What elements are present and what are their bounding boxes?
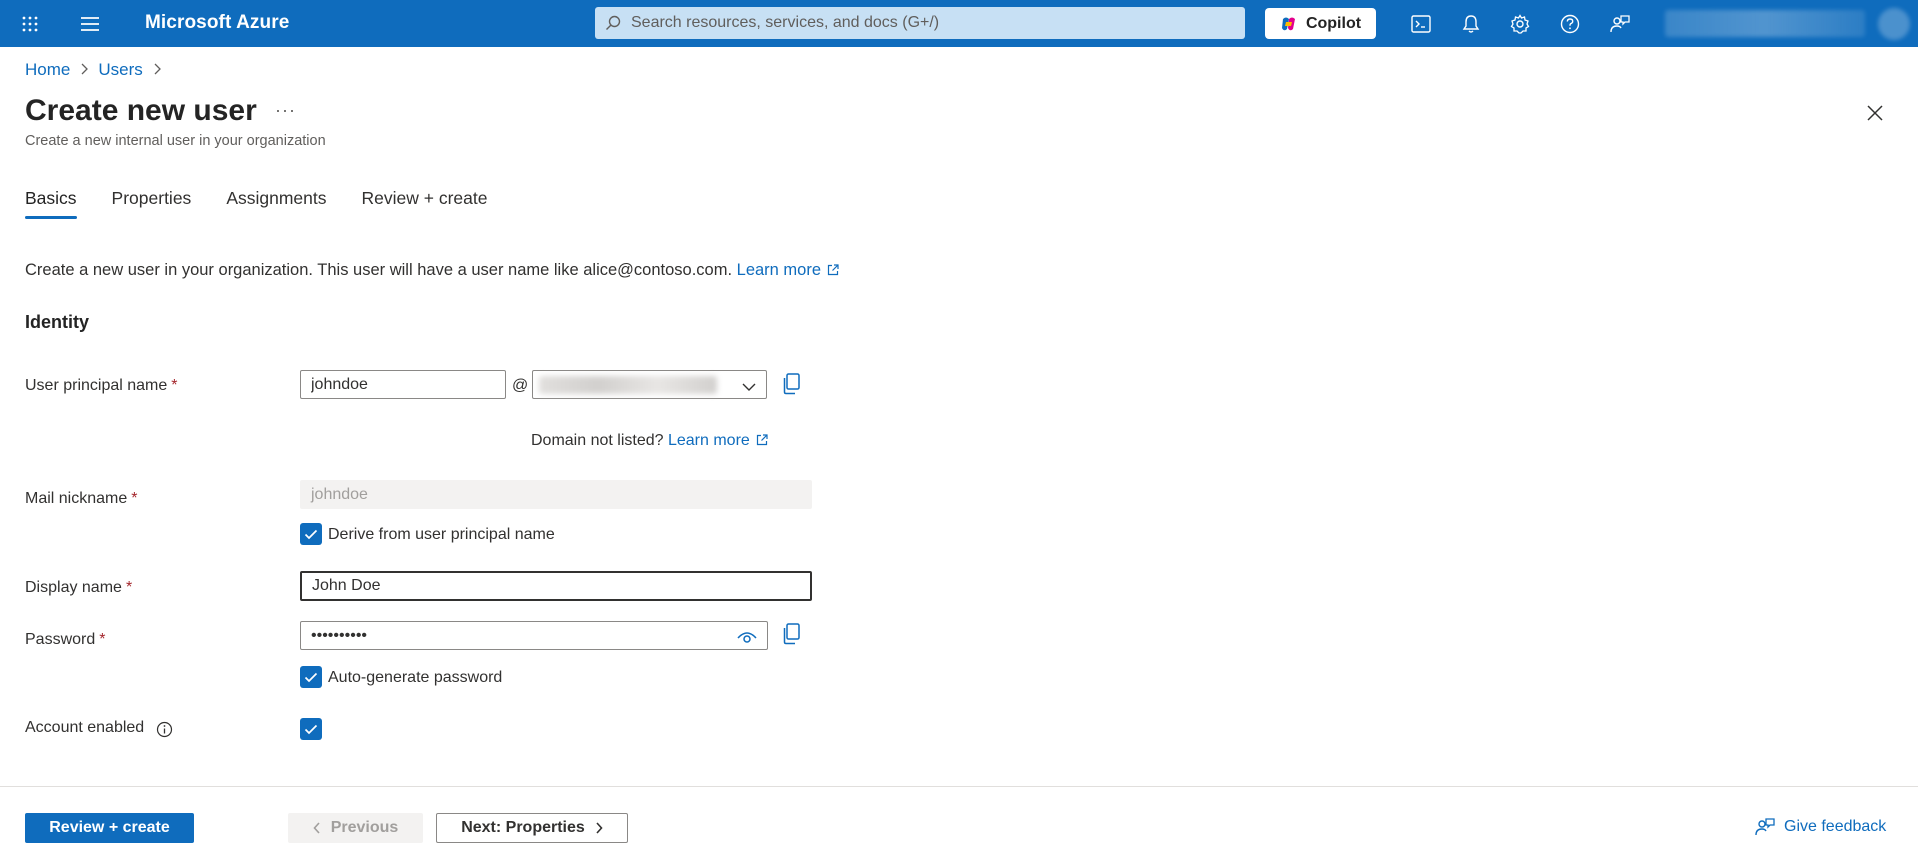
cloud-shell-icon[interactable] — [1404, 0, 1438, 47]
display-name-field[interactable] — [300, 571, 812, 601]
show-password-eye-icon[interactable] — [737, 630, 757, 649]
account-info[interactable] — [1665, 10, 1865, 37]
give-feedback-link[interactable]: Give feedback — [1754, 817, 1886, 837]
domain-select[interactable] — [532, 370, 767, 399]
info-icon[interactable] — [156, 721, 173, 738]
required-mark: * — [131, 490, 138, 507]
chevron-right-icon — [80, 62, 89, 79]
mail-nickname-label: Mail nickname * — [25, 490, 138, 508]
breadcrumb-users[interactable]: Users — [98, 60, 142, 80]
copy-password-icon[interactable] — [781, 622, 803, 646]
display-name-input[interactable] — [312, 577, 810, 595]
copy-upn-icon[interactable] — [781, 372, 803, 396]
tab-list: Basics Properties Assignments Review + c… — [25, 188, 522, 219]
footer-divider — [0, 786, 1918, 787]
page-title: Create new user — [25, 94, 257, 127]
feedback-icon[interactable] — [1603, 0, 1637, 47]
upn-field[interactable] — [300, 370, 506, 399]
domain-value — [539, 376, 717, 394]
autogen-password-checkbox[interactable] — [300, 666, 322, 688]
domain-learn-more-label: Learn more — [667, 432, 750, 449]
chevron-right-icon — [596, 822, 603, 834]
tab-review-create[interactable]: Review + create — [362, 188, 488, 219]
account-enabled-checkbox[interactable] — [300, 718, 322, 740]
search-input[interactable] — [631, 14, 1231, 32]
derive-checkbox[interactable] — [300, 523, 322, 545]
feedback-person-icon — [1755, 818, 1775, 836]
menu-icon[interactable] — [74, 0, 106, 47]
review-create-button[interactable]: Review + create — [25, 813, 194, 843]
at-symbol: @ — [512, 377, 529, 394]
intro-text: Create a new user in your organization. … — [25, 261, 839, 281]
domain-helper-text: Domain not listed? — [531, 432, 664, 449]
search-icon — [606, 15, 621, 30]
password-label-text: Password — [25, 631, 96, 648]
mail-nickname-value: johndoe — [311, 485, 368, 503]
chevron-down-icon — [742, 379, 756, 397]
intro-description: Create a new user in your organization. … — [25, 261, 733, 279]
page-subtitle: Create a new internal user in your organ… — [25, 133, 326, 149]
give-feedback-label: Give feedback — [1784, 818, 1887, 835]
brand-title[interactable]: Microsoft Azure — [145, 12, 289, 34]
copilot-label: Copilot — [1305, 14, 1362, 32]
learn-more-link[interactable]: Learn more — [737, 261, 839, 279]
copilot-icon — [1281, 17, 1295, 30]
notifications-icon[interactable] — [1454, 0, 1488, 47]
display-name-label-text: Display name — [25, 579, 122, 596]
chevron-right-icon — [153, 62, 161, 79]
mail-nickname-label-text: Mail nickname — [25, 490, 128, 507]
learn-more-label: Learn more — [736, 261, 822, 279]
external-link-icon — [827, 262, 839, 281]
domain-learn-more-link[interactable]: Learn more — [668, 432, 768, 449]
previous-label: Previous — [330, 819, 399, 836]
required-mark: * — [125, 579, 133, 596]
required-mark: * — [99, 631, 106, 648]
breadcrumb: Home Users — [25, 60, 161, 80]
avatar[interactable] — [1878, 8, 1910, 40]
help-icon[interactable] — [1553, 0, 1587, 47]
search-box[interactable] — [595, 7, 1245, 39]
close-icon[interactable] — [1862, 100, 1888, 126]
top-bar: Microsoft Azure Copilot — [0, 0, 1918, 47]
settings-gear-icon[interactable] — [1503, 0, 1537, 47]
tab-assignments[interactable]: Assignments — [226, 188, 326, 219]
more-options-icon[interactable]: ··· — [275, 100, 296, 121]
autogen-password-label[interactable]: Auto-generate password — [328, 669, 502, 687]
domain-helper: Domain not listed? Learn more — [531, 432, 768, 451]
previous-button: Previous — [288, 813, 423, 843]
account-enabled-label: Account enabled — [25, 719, 145, 736]
upn-label: User principal name * — [25, 377, 178, 395]
section-identity-heading: Identity — [25, 312, 90, 332]
upn-input[interactable] — [311, 375, 505, 394]
next-label: Next: Properties — [461, 819, 585, 836]
breadcrumb-home[interactable]: Home — [25, 60, 70, 80]
upn-label-text: User principal name — [25, 377, 168, 394]
external-link-icon — [756, 433, 768, 451]
password-label: Password * — [25, 631, 105, 649]
app-launcher-icon[interactable] — [14, 0, 46, 47]
password-field[interactable]: •••••••••• — [300, 621, 768, 650]
tab-basics[interactable]: Basics — [25, 188, 77, 219]
next-properties-button[interactable]: Next: Properties — [436, 813, 628, 843]
display-name-label: Display name * — [25, 579, 132, 597]
chevron-left-icon — [313, 822, 320, 834]
password-value[interactable]: •••••••••• — [311, 627, 367, 645]
mail-nickname-field: johndoe — [300, 480, 812, 509]
required-mark: * — [171, 377, 178, 394]
tab-properties[interactable]: Properties — [112, 188, 192, 219]
derive-checkbox-label[interactable]: Derive from user principal name — [328, 526, 555, 544]
copilot-button[interactable]: Copilot — [1265, 8, 1376, 39]
